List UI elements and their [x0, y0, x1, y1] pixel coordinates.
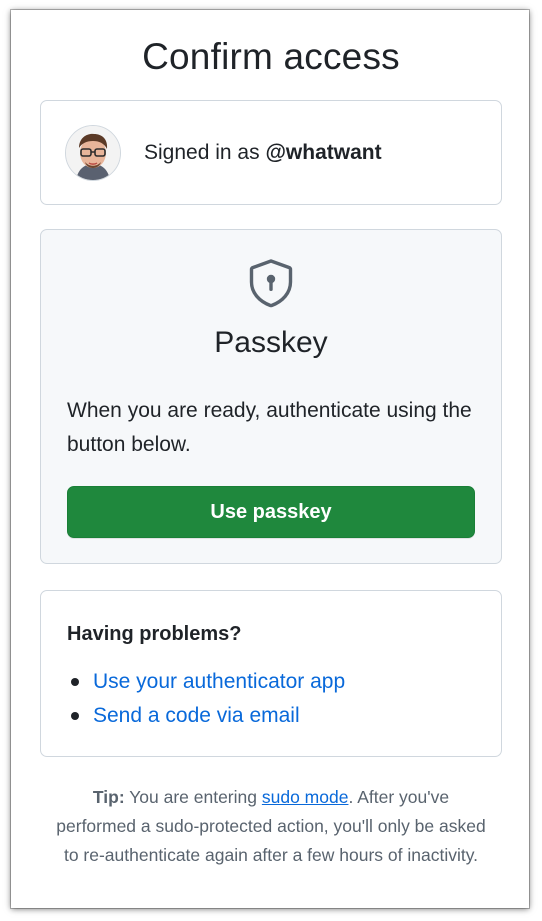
sudo-mode-link[interactable]: sudo mode: [262, 787, 349, 807]
bullet-icon: [71, 678, 79, 686]
use-passkey-button[interactable]: Use passkey: [67, 486, 475, 538]
avatar: [65, 125, 121, 181]
alternative-methods-list: Use your authenticator app Send a code v…: [67, 665, 345, 733]
signed-in-card: Signed in as @whatwant: [40, 100, 502, 205]
tip-text-before: You are entering: [129, 787, 257, 807]
signed-in-prefix: Signed in as: [144, 141, 260, 164]
bullet-icon: [71, 712, 79, 720]
signed-in-text: Signed in as @whatwant: [144, 141, 382, 165]
shield-lock-icon: [249, 259, 293, 308]
having-problems-card: Having problems? Use your authenticator …: [40, 590, 502, 757]
having-problems-title: Having problems?: [67, 623, 242, 645]
tip-label: Tip:: [92, 787, 125, 807]
avatar-illustration: [66, 126, 120, 180]
passkey-card: Passkey When you are ready, authenticate…: [40, 229, 502, 564]
sudo-mode-tip: Tip: You are entering sudo mode. After y…: [51, 783, 491, 870]
list-item: Send a code via email: [67, 699, 345, 733]
page-title: Confirm access: [142, 36, 400, 77]
username: @whatwant: [265, 141, 382, 164]
list-item: Use your authenticator app: [67, 665, 345, 699]
use-authenticator-app-link[interactable]: Use your authenticator app: [93, 670, 345, 693]
confirm-access-window: Confirm access Signed in as @whatwant Pa…: [11, 10, 529, 908]
passkey-title: Passkey: [214, 326, 328, 359]
send-code-via-email-link[interactable]: Send a code via email: [93, 704, 300, 727]
passkey-description: When you are ready, authenticate using t…: [67, 399, 472, 456]
